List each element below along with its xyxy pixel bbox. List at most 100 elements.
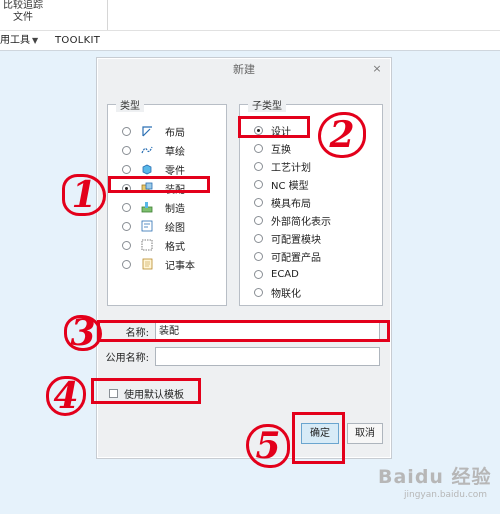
use-default-template-option[interactable]: 使用默认模板 [109, 386, 184, 401]
ribbon: 比较追踪 文件 用工具 ▼ TOOLKIT [0, 0, 500, 51]
subtype-option-design[interactable]: 设计 [254, 122, 291, 138]
radio-button[interactable] [254, 215, 263, 225]
subtype-option-external-simplified-rep[interactable]: 外部简化表示 [254, 212, 331, 228]
type-label: 记事本 [165, 260, 195, 272]
radio-button[interactable] [122, 145, 131, 155]
subtype-label: 设计 [271, 126, 291, 138]
cancel-button[interactable]: 取消 [347, 423, 383, 444]
subtype-option-process-plan[interactable]: 工艺计划 [254, 158, 311, 174]
radio-button[interactable] [254, 143, 263, 153]
subtype-option-nc-model[interactable]: NC 模型 [254, 176, 309, 192]
subtype-label: 可配置产品 [271, 252, 321, 264]
radio-button[interactable] [254, 197, 263, 207]
tools-menu-label: 用工具 [0, 35, 30, 46]
type-label: 制造 [165, 203, 185, 215]
assembly-icon [141, 182, 153, 193]
ribbon-file-group[interactable]: 比较追踪 文件 [0, 0, 46, 24]
radio-button[interactable] [122, 202, 131, 212]
chevron-down-icon: ▼ [32, 36, 39, 45]
type-group: 类型 布局 草绘 零件 装配 制造 绘图 格式 记事本 [107, 97, 227, 306]
type-option-layout[interactable]: 布局 [122, 123, 185, 139]
subtype-option-ecad[interactable]: ECAD [254, 266, 299, 282]
type-option-sketch[interactable]: 草绘 [122, 142, 185, 158]
type-option-drawing[interactable]: 绘图 [122, 218, 185, 234]
type-group-title: 类型 [116, 97, 144, 112]
callout-2: 2 [318, 112, 366, 158]
type-label: 绘图 [165, 222, 185, 234]
use-default-template-label: 使用默认模板 [124, 390, 184, 401]
close-icon[interactable]: × [371, 63, 383, 75]
format-icon [141, 239, 153, 251]
subtype-label: 互换 [271, 144, 291, 156]
callout-number: 2 [329, 114, 355, 156]
baidu-watermark: Baidu 经验 jingyan.baidu.com [378, 462, 498, 508]
watermark-url: jingyan.baidu.com [404, 490, 488, 500]
radio-button[interactable] [122, 126, 131, 136]
watermark-brand: Baidu 经验 [378, 466, 492, 488]
type-label: 布局 [165, 127, 185, 139]
radio-button[interactable] [122, 221, 131, 231]
type-option-manufacturing[interactable]: 制造 [122, 199, 185, 215]
subtype-label: 外部简化表示 [271, 216, 331, 228]
drawing-icon [141, 220, 153, 232]
radio-button[interactable] [254, 287, 263, 297]
subtype-option-interchange[interactable]: 互换 [254, 140, 291, 156]
radio-button[interactable] [122, 164, 131, 174]
type-option-notebook[interactable]: 记事本 [122, 256, 195, 272]
radio-button-selected[interactable] [122, 183, 131, 193]
subtype-option-configurable-product[interactable]: 可配置产品 [254, 248, 321, 264]
callout-3: 3 [64, 315, 102, 351]
tab-toolkit[interactable]: TOOLKIT [55, 31, 100, 51]
type-option-format[interactable]: 格式 [122, 237, 185, 253]
callout-4: 4 [46, 376, 86, 416]
common-name-input[interactable] [155, 347, 380, 366]
notebook-icon [142, 258, 153, 270]
common-name-row: 公用名称: [97, 347, 380, 366]
radio-button[interactable] [122, 240, 131, 250]
subtype-group-title: 子类型 [248, 97, 286, 112]
subtype-label: 物联化 [271, 288, 301, 300]
ok-button[interactable]: 确定 [301, 423, 339, 444]
tools-menu[interactable]: 用工具 ▼ [0, 31, 38, 51]
subtype-option-configurable-module[interactable]: 可配置模块 [254, 230, 321, 246]
callout-5: 5 [246, 424, 290, 468]
name-input[interactable]: 装配 [155, 322, 380, 341]
layout-icon [142, 126, 152, 137]
type-option-assembly[interactable]: 装配 [122, 180, 185, 196]
radio-button[interactable] [254, 251, 263, 261]
sketch-icon [141, 146, 153, 154]
callout-number: 1 [71, 174, 97, 216]
callout-number: 3 [70, 312, 96, 354]
radio-button[interactable] [254, 233, 263, 243]
ribbon-separator [107, 0, 108, 30]
type-label: 草绘 [165, 146, 185, 158]
name-row: 名称: 装配 [97, 322, 380, 341]
part-icon [142, 164, 152, 175]
type-label: 格式 [165, 241, 185, 253]
callout-number: 4 [53, 375, 79, 417]
radio-button[interactable] [122, 259, 131, 269]
compare-trace-label: 比较追踪 [3, 0, 43, 11]
subtype-option-iot[interactable]: 物联化 [254, 284, 301, 300]
use-default-template-checkbox[interactable] [109, 389, 118, 398]
subtype-option-mold-layout[interactable]: 模具布局 [254, 194, 311, 210]
subtype-label: NC 模型 [271, 180, 309, 192]
subtype-label: 工艺计划 [271, 162, 311, 174]
common-name-label: 公用名称: [105, 353, 149, 364]
subtype-label: 可配置模块 [271, 234, 321, 246]
file-label: 文件 [13, 12, 33, 23]
subtype-label: 模具布局 [271, 198, 311, 210]
callout-number: 5 [255, 425, 281, 467]
type-label: 零件 [165, 165, 185, 177]
radio-button[interactable] [254, 269, 263, 279]
subtype-label: ECAD [271, 268, 299, 280]
manufacturing-icon [141, 202, 153, 213]
dialog-title: 新建 [233, 63, 255, 76]
radio-button-selected[interactable] [254, 125, 263, 135]
callout-1: 1 [62, 172, 106, 218]
type-option-part[interactable]: 零件 [122, 161, 185, 177]
radio-button[interactable] [254, 161, 263, 171]
radio-button[interactable] [254, 179, 263, 189]
name-label: 名称: [125, 328, 149, 339]
type-label: 装配 [165, 184, 185, 196]
